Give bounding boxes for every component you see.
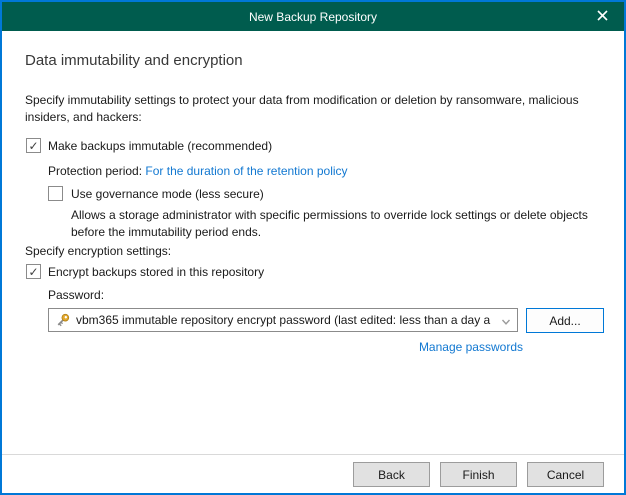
password-combobox[interactable]: vbm365 immutable repository encrypt pass… — [48, 308, 518, 332]
chevron-down-icon — [501, 316, 511, 330]
governance-mode-label[interactable]: Use governance mode (less secure) — [71, 186, 264, 202]
encryption-intro: Specify encryption settings: — [25, 244, 172, 258]
manage-passwords-row: Manage passwords — [48, 340, 523, 354]
immutability-intro: Specify immutability settings to protect… — [25, 93, 579, 124]
key-icon — [55, 312, 71, 328]
protection-period-label: Protection period: — [48, 164, 143, 178]
governance-mode-description: Allows a storage administrator with spec… — [71, 208, 588, 239]
window-title: New Backup Repository — [248, 9, 378, 24]
make-backups-immutable-checkbox[interactable]: ✓ — [26, 138, 41, 153]
governance-mode-checkbox[interactable] — [48, 186, 63, 201]
password-combobox-value: vbm365 immutable repository encrypt pass… — [76, 313, 491, 327]
page-title: Data immutability and encryption — [25, 52, 243, 69]
close-button[interactable] — [580, 2, 624, 31]
titlebar: New Backup Repository — [2, 2, 624, 31]
encrypt-backups-label[interactable]: Encrypt backups stored in this repositor… — [48, 264, 264, 280]
new-backup-repository-window: New Backup Repository Data immutability … — [0, 0, 626, 495]
close-icon — [596, 9, 608, 24]
footer-divider — [2, 454, 624, 455]
finish-button[interactable]: Finish — [440, 462, 517, 487]
protection-period-row: Protection period: For the duration of t… — [48, 163, 348, 179]
encrypt-backups-checkbox[interactable]: ✓ — [26, 264, 41, 279]
back-button[interactable]: Back — [353, 462, 430, 487]
password-label: Password: — [48, 288, 105, 302]
protection-period-link[interactable]: For the duration of the retention policy — [145, 164, 347, 178]
make-backups-immutable-label[interactable]: Make backups immutable (recommended) — [48, 138, 272, 154]
add-password-button[interactable]: Add... — [526, 308, 604, 333]
manage-passwords-link[interactable]: Manage passwords — [419, 340, 523, 354]
cancel-button[interactable]: Cancel — [527, 462, 604, 487]
